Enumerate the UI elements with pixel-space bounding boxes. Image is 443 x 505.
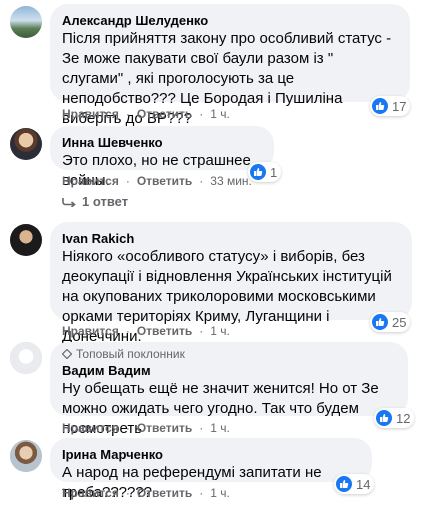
separator: · bbox=[199, 174, 204, 188]
reaction-summary[interactable]: 12 bbox=[374, 408, 415, 428]
comment-author[interactable]: Александр Шелуденко bbox=[62, 12, 398, 29]
avatar[interactable] bbox=[10, 342, 42, 374]
like-button[interactable]: Нравится bbox=[62, 324, 119, 338]
comment-actions: Нравится · Ответить · 33 мин. bbox=[62, 174, 252, 188]
comment-actions: Нравится · Ответить · 1 ч. bbox=[62, 107, 230, 121]
timestamp[interactable]: 1 ч. bbox=[210, 324, 230, 338]
replies-count[interactable]: 1 ответ bbox=[82, 194, 128, 209]
separator: · bbox=[125, 174, 130, 188]
reaction-count: 14 bbox=[356, 476, 371, 492]
thumbs-up-icon bbox=[336, 476, 352, 492]
comment-bubble: Ірина Марченко А народ на референдумі за… bbox=[50, 438, 372, 501]
like-button[interactable]: Нравится bbox=[62, 486, 119, 500]
avatar[interactable] bbox=[10, 224, 42, 256]
reply-button[interactable]: Ответить bbox=[137, 421, 192, 435]
badge-label: Топовый поклонник bbox=[76, 347, 185, 361]
separator: · bbox=[125, 421, 130, 435]
thumbs-up-icon bbox=[372, 98, 388, 114]
reaction-count: 17 bbox=[392, 98, 407, 114]
reaction-count: 25 bbox=[392, 314, 407, 330]
thumbs-up-icon bbox=[372, 314, 388, 330]
timestamp[interactable]: 1 ч. bbox=[210, 107, 230, 121]
reply-button[interactable]: Ответить bbox=[137, 174, 192, 188]
reaction-summary[interactable]: 17 bbox=[370, 96, 411, 116]
timestamp[interactable]: 1 ч. bbox=[210, 421, 230, 435]
separator: · bbox=[199, 421, 204, 435]
separator: · bbox=[125, 107, 130, 121]
reaction-count: 12 bbox=[396, 410, 411, 426]
thumbs-up-icon bbox=[250, 164, 266, 180]
reply-button[interactable]: Ответить bbox=[137, 486, 192, 500]
comment-author[interactable]: Инна Шевченко bbox=[62, 134, 262, 151]
comment-author[interactable]: Ivan Rakich bbox=[62, 230, 400, 247]
separator: · bbox=[125, 486, 130, 500]
reply-arrow-icon bbox=[62, 197, 76, 207]
comment-bubble: Инна Шевченко Это плохо, но не страшнее … bbox=[50, 126, 274, 189]
comment-actions: Нравится · Ответить · 1 ч. bbox=[62, 421, 230, 435]
comment-bubble: Топовый поклонник Вадим Вадим Ну обещать… bbox=[50, 342, 408, 437]
comment-actions: Нравится · Ответить · 1 ч. bbox=[62, 486, 230, 500]
reaction-summary[interactable]: 25 bbox=[370, 312, 411, 332]
timestamp[interactable]: 33 мин. bbox=[210, 174, 252, 188]
reaction-count: 1 bbox=[270, 164, 278, 180]
view-replies-link[interactable]: 1 ответ bbox=[62, 194, 128, 209]
comment-bubble: Ivan Rakich Ніякого «особливого статусу»… bbox=[50, 222, 412, 345]
comment-author[interactable]: Ірина Марченко bbox=[62, 446, 360, 463]
comment-actions: Нравится · Ответить · 1 ч. bbox=[62, 324, 230, 338]
comment-author[interactable]: Вадим Вадим bbox=[62, 362, 396, 379]
avatar[interactable] bbox=[10, 440, 42, 472]
reaction-summary[interactable]: 1 bbox=[248, 162, 282, 182]
reply-button[interactable]: Ответить bbox=[137, 107, 192, 121]
separator: · bbox=[125, 324, 130, 338]
like-button[interactable]: Нравится bbox=[62, 421, 119, 435]
separator: · bbox=[199, 486, 204, 500]
reaction-summary[interactable]: 14 bbox=[334, 474, 375, 494]
avatar[interactable] bbox=[10, 128, 42, 160]
separator: · bbox=[199, 107, 204, 121]
thumbs-up-icon bbox=[376, 410, 392, 426]
like-button[interactable]: Нравится bbox=[62, 174, 119, 188]
reply-button[interactable]: Ответить bbox=[137, 324, 192, 338]
badge: Топовый поклонник bbox=[62, 346, 396, 362]
diamond-icon bbox=[62, 349, 72, 359]
separator: · bbox=[199, 324, 204, 338]
timestamp[interactable]: 1 ч. bbox=[210, 486, 230, 500]
comment-bubble: Александр Шелуденко Після прийняття зако… bbox=[50, 4, 410, 127]
like-button[interactable]: Нравится bbox=[62, 107, 119, 121]
avatar[interactable] bbox=[10, 6, 42, 38]
